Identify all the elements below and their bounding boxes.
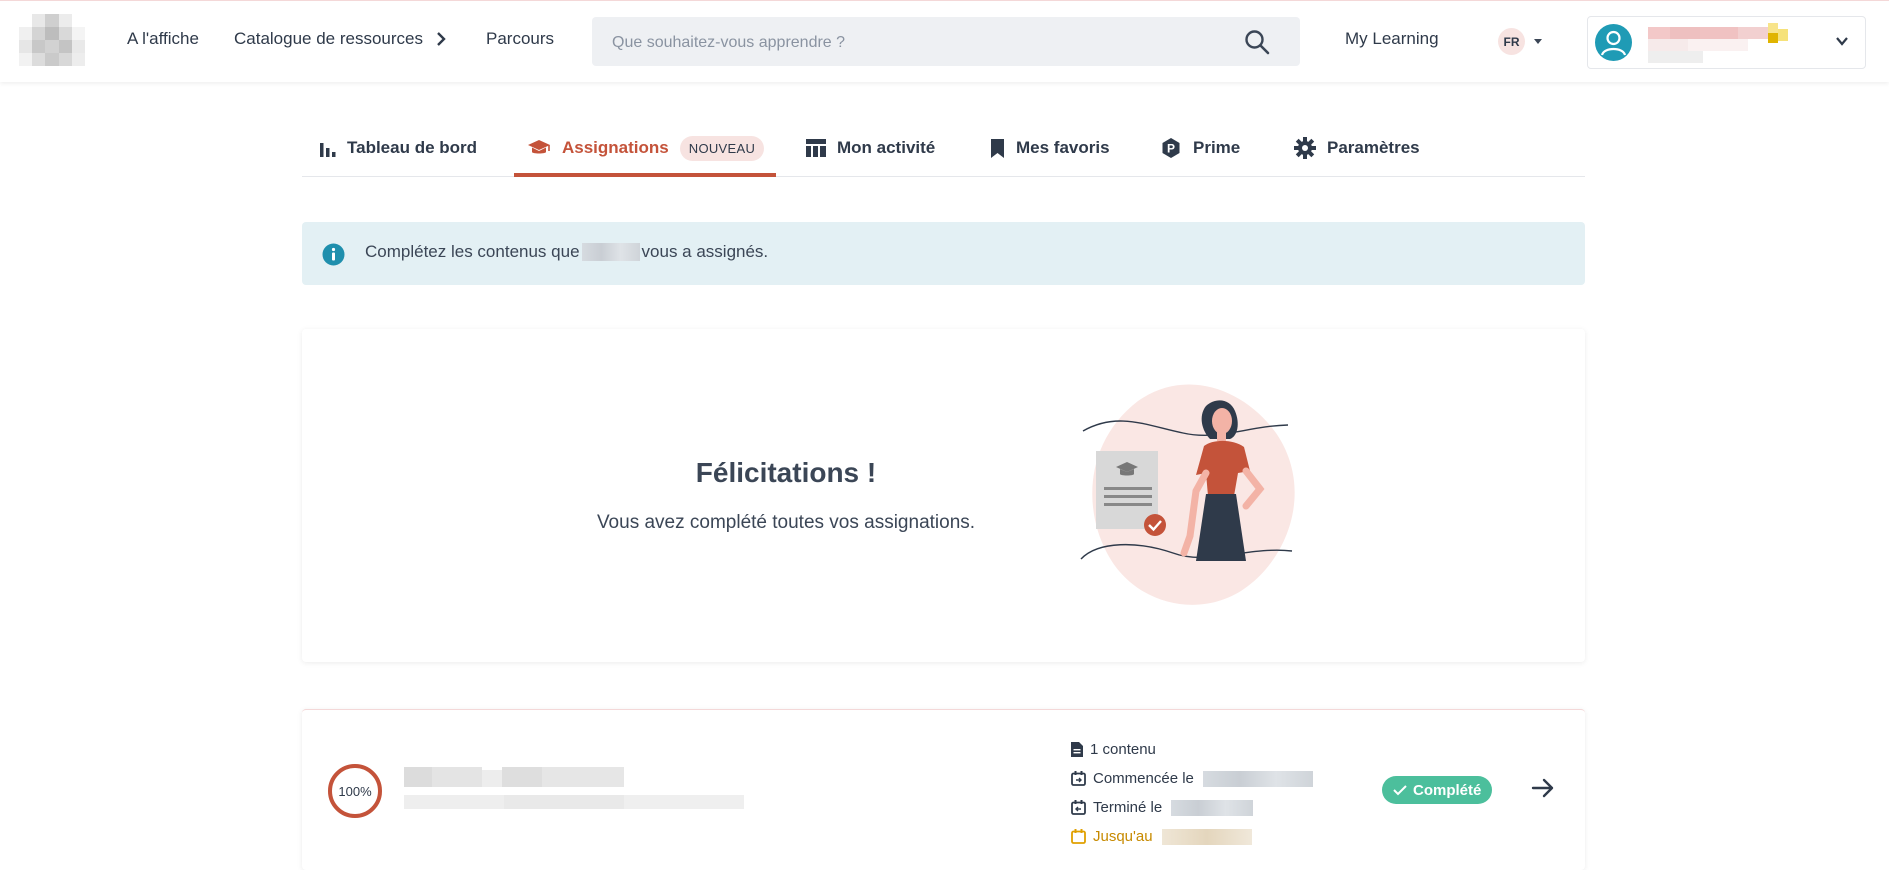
- graduation-cap-icon: [528, 140, 550, 154]
- my-learning-label: My Learning: [1345, 29, 1439, 48]
- tab-label: Mon activité: [837, 138, 936, 157]
- search-bar: [592, 17, 1300, 68]
- info-text-after: vous a assignés.: [641, 242, 769, 261]
- status-badge: Complété: [1382, 776, 1493, 804]
- new-badge: NOUVEAU: [679, 135, 765, 161]
- finished-date: Terminé le: [1071, 793, 1315, 822]
- info-icon: [322, 243, 345, 271]
- search-input[interactable]: [610, 17, 1214, 68]
- company-logo[interactable]: [19, 14, 85, 66]
- info-banner: Complétez les contenus que vous a assign…: [302, 222, 1585, 285]
- progress-percentage: 100%: [338, 783, 372, 799]
- assignment-card[interactable]: 100% 1 contenu Commencée le Terminé le J…: [302, 709, 1585, 870]
- user-avatar-icon: [1595, 24, 1632, 61]
- due-date: Jusqu'au: [1071, 822, 1315, 851]
- user-name-redacted: [1648, 23, 1793, 63]
- contents-label: 1 contenu: [1090, 741, 1156, 758]
- redacted-date: [1171, 799, 1254, 816]
- nav-catalogue[interactable]: Catalogue de ressources: [234, 29, 447, 49]
- tab-mon-activite[interactable]: Mon activité: [806, 120, 935, 176]
- tab-label: Paramètres: [1327, 138, 1420, 157]
- nav-label: Parcours: [486, 29, 555, 48]
- status-label: Complété: [1413, 781, 1482, 799]
- table-icon: [806, 139, 826, 157]
- completed-illustration: [1078, 381, 1303, 616]
- language-badge: FR: [1498, 28, 1525, 55]
- language-selector[interactable]: FR: [1498, 28, 1543, 55]
- info-text-before: Complétez les contenus que: [365, 242, 580, 261]
- arrow-right-icon[interactable]: [1531, 777, 1555, 804]
- calendar-end-icon: [1071, 800, 1086, 815]
- congratulations-card: Félicitations ! Vous avez complété toute…: [302, 329, 1585, 662]
- learning-tabs: Tableau de bord Assignations NOUVEAU Mon…: [302, 120, 1585, 177]
- nav-label: Catalogue de ressources: [234, 29, 424, 48]
- tab-label: Assignations: [562, 138, 669, 157]
- tab-label: Tableau de bord: [347, 138, 478, 157]
- chevron-down-icon: [1835, 34, 1849, 53]
- caret-down-icon: [1534, 38, 1542, 44]
- tab-assignations[interactable]: Assignations NOUVEAU: [514, 120, 777, 177]
- redacted-name: [581, 243, 640, 261]
- calendar-due-icon: [1071, 829, 1086, 844]
- my-learning-link[interactable]: My Learning: [1345, 29, 1439, 49]
- bar-chart-icon: [320, 142, 336, 157]
- redacted-date: [1202, 770, 1313, 787]
- gear-icon: [1294, 137, 1316, 159]
- checkmark-icon: [1393, 785, 1407, 796]
- search-icon[interactable]: [1244, 29, 1270, 60]
- chevron-right-icon: [437, 32, 446, 46]
- contents-count: 1 contenu: [1071, 735, 1315, 764]
- nav-label: A l'affiche: [127, 29, 199, 48]
- finished-label: Terminé le: [1093, 799, 1163, 816]
- nav-a-laffiche[interactable]: A l'affiche: [127, 29, 199, 49]
- tab-parametres[interactable]: Paramètres: [1294, 120, 1420, 176]
- bookmark-icon: [991, 138, 1004, 158]
- tab-mes-favoris[interactable]: Mes favoris: [990, 120, 1110, 176]
- tab-tableau-de-bord[interactable]: Tableau de bord: [319, 120, 477, 176]
- due-label: Jusqu'au: [1093, 828, 1153, 845]
- svg-text:P: P: [1167, 142, 1175, 156]
- tab-label: Mes favoris: [1016, 138, 1110, 157]
- file-icon: [1071, 742, 1083, 757]
- user-menu[interactable]: [1587, 16, 1866, 69]
- calendar-start-icon: [1071, 771, 1086, 786]
- tab-label: Prime: [1193, 138, 1241, 157]
- nav-parcours[interactable]: Parcours: [486, 29, 554, 49]
- redacted-date: [1161, 828, 1252, 845]
- top-navigation-bar: A l'affiche Catalogue de ressources Parc…: [0, 0, 1889, 82]
- info-banner-text: Complétez les contenus que vous a assign…: [365, 242, 768, 262]
- assignment-metadata: 1 contenu Commencée le Terminé le Jusqu'…: [1071, 735, 1315, 851]
- started-date: Commencée le: [1071, 764, 1315, 793]
- tab-prime[interactable]: P Prime: [1160, 120, 1240, 176]
- prime-icon: P: [1162, 138, 1180, 158]
- started-label: Commencée le: [1093, 770, 1194, 787]
